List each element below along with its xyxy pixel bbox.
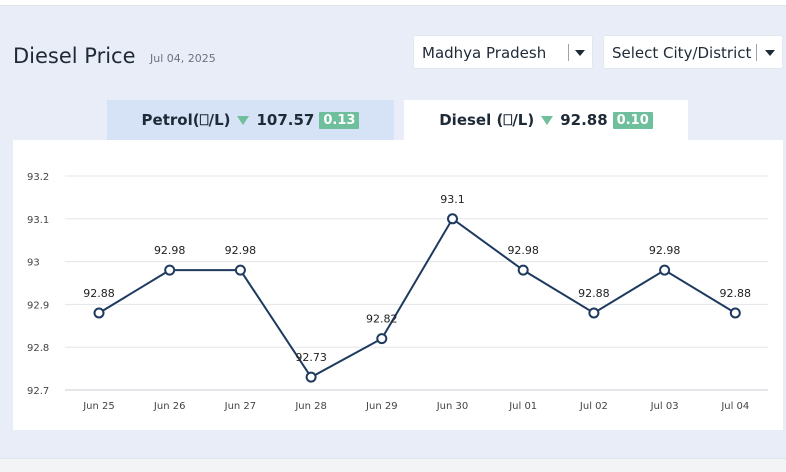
data-point bbox=[447, 213, 458, 225]
state-select-value: Madhya Pradesh bbox=[422, 44, 547, 62]
data-label: 92.82 bbox=[366, 313, 398, 326]
data-label: 92.98 bbox=[225, 244, 257, 257]
data-point bbox=[729, 307, 741, 319]
x-tick-label: Jul 04 bbox=[720, 401, 749, 412]
y-tick-label: 92.8 bbox=[27, 343, 49, 354]
x-tick-label: Jun 26 bbox=[153, 401, 186, 412]
tab-diesel-change-badge: 0.10 bbox=[612, 111, 653, 129]
city-select[interactable]: Select City/District bbox=[603, 35, 783, 69]
y-tick-label: 92.9 bbox=[27, 300, 49, 311]
chevron-down-icon bbox=[575, 50, 585, 56]
data-label: 92.88 bbox=[578, 287, 610, 300]
price-down-icon bbox=[541, 115, 554, 125]
chevron-down-icon bbox=[765, 50, 775, 56]
tab-petrol[interactable]: Petrol(⎕/L) 107.57 0.13 bbox=[107, 100, 394, 140]
x-tick-label: Jul 01 bbox=[508, 401, 537, 412]
data-label: 92.88 bbox=[83, 287, 115, 300]
x-tick-label: Jun 27 bbox=[224, 401, 257, 412]
tab-diesel-label: Diesel (⎕/L) bbox=[439, 111, 535, 129]
data-point bbox=[305, 371, 317, 383]
data-point bbox=[376, 333, 388, 345]
data-point bbox=[517, 264, 529, 276]
price-date: Jul 04, 2025 bbox=[150, 52, 216, 65]
x-tick-label: Jun 25 bbox=[82, 401, 115, 412]
data-label: 93.1 bbox=[440, 193, 465, 206]
data-point bbox=[588, 307, 600, 319]
y-tick-label: 92.7 bbox=[27, 386, 49, 397]
y-tick-label: 93 bbox=[27, 258, 40, 269]
tab-petrol-change-badge: 0.13 bbox=[319, 111, 360, 129]
y-tick-label: 93.2 bbox=[27, 172, 49, 183]
x-tick-label: Jul 02 bbox=[579, 401, 608, 412]
data-label: 92.98 bbox=[154, 244, 186, 257]
page-title: Diesel Price bbox=[13, 44, 136, 68]
price-down-icon bbox=[237, 115, 250, 125]
data-label: 92.98 bbox=[649, 244, 681, 257]
series-line bbox=[98, 217, 736, 379]
select-separator bbox=[756, 44, 757, 61]
tab-diesel-price: 92.88 bbox=[560, 111, 608, 129]
x-tick-label: Jul 03 bbox=[650, 401, 679, 412]
y-tick-label: 93.1 bbox=[27, 215, 49, 226]
select-separator bbox=[568, 44, 569, 61]
price-chart-card: 93.2 93.1 93 92.9 92.8 92.7 Jun 25 Jun 26 Jun 27… bbox=[13, 140, 783, 430]
data-point bbox=[234, 264, 246, 276]
city-select-value: Select City/District bbox=[612, 44, 752, 62]
data-label: 92.98 bbox=[507, 244, 539, 257]
bottom-strip bbox=[0, 458, 786, 472]
top-strip bbox=[0, 0, 786, 6]
tab-petrol-price: 107.57 bbox=[256, 111, 315, 129]
data-label: 92.88 bbox=[720, 287, 752, 300]
x-tick-label: Jun 30 bbox=[436, 401, 469, 412]
x-tick-label: Jun 28 bbox=[294, 401, 327, 412]
data-point bbox=[164, 264, 176, 276]
data-label: 92.73 bbox=[295, 351, 327, 364]
data-point bbox=[93, 307, 105, 319]
x-tick-label: Jun 29 bbox=[365, 401, 398, 412]
tab-diesel[interactable]: Diesel (⎕/L) 92.88 0.10 bbox=[404, 100, 688, 140]
data-point bbox=[659, 264, 671, 276]
state-select[interactable]: Madhya Pradesh bbox=[413, 35, 593, 69]
tab-petrol-label: Petrol(⎕/L) bbox=[141, 111, 231, 129]
price-line-chart: 93.2 93.1 93 92.9 92.8 92.7 Jun 25 Jun 26 Jun 27… bbox=[27, 172, 768, 412]
